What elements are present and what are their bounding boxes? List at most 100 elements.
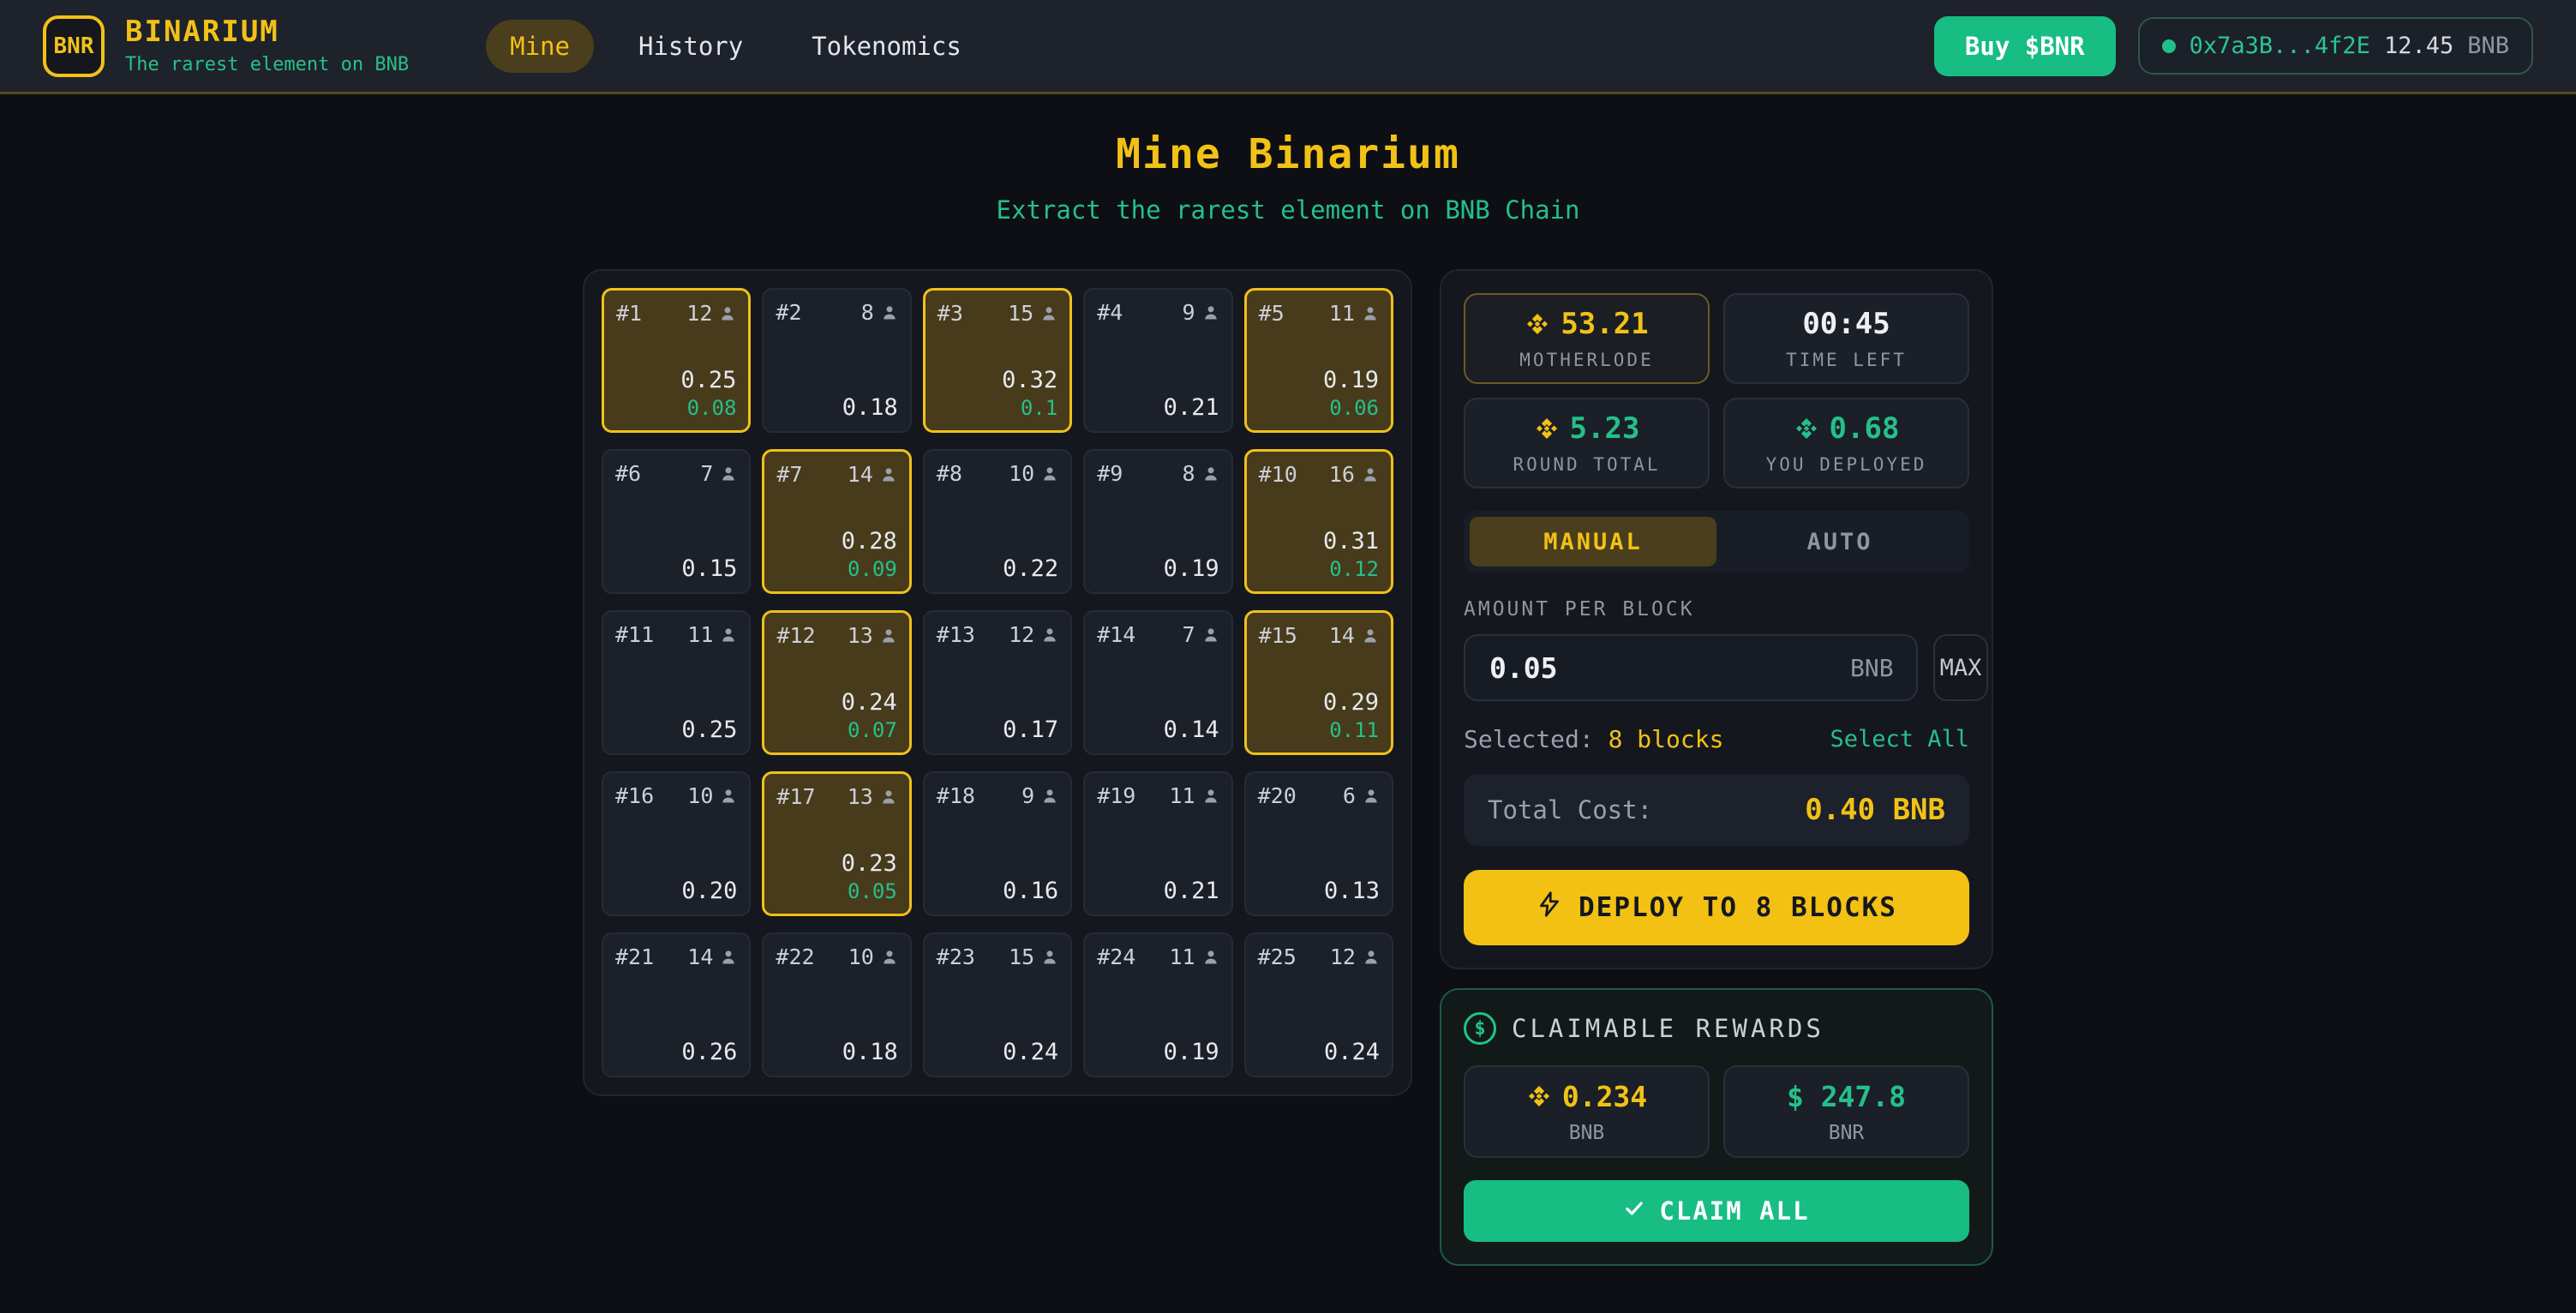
block-value: 0.24 xyxy=(842,689,897,716)
amount-per-block-label: AMOUNT PER BLOCK xyxy=(1464,598,1969,621)
block-id: #11 xyxy=(615,622,654,647)
block-miner-count: 9 xyxy=(1183,300,1219,325)
claim-all-label: CLAIM ALL xyxy=(1659,1196,1809,1226)
block-values: 0.19 xyxy=(1097,1039,1219,1065)
bnb-icon xyxy=(1526,1083,1552,1109)
stat-value-row: 00:45 xyxy=(1802,307,1890,341)
miner-icon xyxy=(1362,305,1379,322)
mining-block[interactable]: #17 13 0.23 0.05 xyxy=(762,771,911,916)
block-miner-count: 10 xyxy=(1009,461,1058,486)
max-button[interactable]: MAX xyxy=(1933,634,1989,701)
block-top: #25 12 xyxy=(1258,944,1380,969)
block-top: #23 15 xyxy=(937,944,1058,969)
miner-count-value: 12 xyxy=(1330,944,1356,969)
miner-count-value: 14 xyxy=(1329,623,1355,648)
mining-block[interactable]: #20 6 0.13 xyxy=(1244,771,1393,916)
miner-icon xyxy=(880,788,897,806)
block-id: #6 xyxy=(615,461,641,486)
mining-block[interactable]: #11 11 0.25 xyxy=(602,610,751,755)
stat-value: 5.23 xyxy=(1570,411,1640,446)
block-miner-count: 8 xyxy=(861,300,898,325)
mining-block[interactable]: #15 14 0.29 0.11 xyxy=(1244,610,1393,755)
block-value: 0.32 xyxy=(1002,367,1057,393)
stat-card: 0.68 YOU DEPLOYED xyxy=(1723,398,1969,489)
miner-count-value: 10 xyxy=(1009,461,1034,486)
tab-manual[interactable]: MANUAL xyxy=(1470,517,1716,567)
total-cost-value: 0.40 BNB xyxy=(1805,793,1945,827)
block-miner-count: 12 xyxy=(1330,944,1380,969)
mining-block[interactable]: #6 7 0.15 xyxy=(602,449,751,594)
deploy-button[interactable]: DEPLOY TO 8 BLOCKS xyxy=(1464,870,1969,945)
mining-block[interactable]: #24 11 0.19 xyxy=(1083,932,1232,1077)
nav-history[interactable]: History xyxy=(614,20,767,73)
block-top: #24 11 xyxy=(1097,944,1219,969)
reward-label: BNR xyxy=(1829,1122,1865,1144)
mining-block[interactable]: #21 14 0.26 xyxy=(602,932,751,1077)
selected-summary: Selected: 8 blocks xyxy=(1464,725,1723,753)
mining-block[interactable]: #7 14 0.28 0.09 xyxy=(762,449,911,594)
block-miner-count: 7 xyxy=(1183,622,1219,647)
block-miner-count: 7 xyxy=(700,461,737,486)
mining-block[interactable]: #14 7 0.14 xyxy=(1083,610,1232,755)
block-values: 0.25 0.08 xyxy=(616,367,736,420)
brand[interactable]: BNR BINARIUM The rarest element on BNB xyxy=(43,15,409,77)
block-values: 0.19 0.06 xyxy=(1259,367,1379,420)
block-deployed-value: 0.09 xyxy=(848,557,897,581)
miner-count-value: 9 xyxy=(1183,300,1195,325)
main-nav: Mine History Tokenomics xyxy=(486,20,985,73)
mining-block[interactable]: #12 13 0.24 0.07 xyxy=(762,610,911,755)
block-value: 0.13 xyxy=(1324,878,1380,904)
block-value: 0.20 xyxy=(681,878,737,904)
mining-block[interactable]: #8 10 0.22 xyxy=(923,449,1072,594)
block-value: 0.19 xyxy=(1323,367,1379,393)
block-miner-count: 6 xyxy=(1343,783,1380,808)
mining-block[interactable]: #25 12 0.24 xyxy=(1244,932,1393,1077)
mining-block[interactable]: #4 9 0.21 xyxy=(1083,288,1232,433)
mining-block[interactable]: #10 16 0.31 0.12 xyxy=(1244,449,1393,594)
wallet-balance: 12.45 xyxy=(2384,33,2453,59)
mining-block[interactable]: #19 11 0.21 xyxy=(1083,771,1232,916)
miner-icon xyxy=(720,627,737,644)
mining-block[interactable]: #9 8 0.19 xyxy=(1083,449,1232,594)
block-deployed-value: 0.1 xyxy=(1021,396,1057,420)
mining-block[interactable]: #22 10 0.18 xyxy=(762,932,911,1077)
mining-block[interactable]: #3 15 0.32 0.1 xyxy=(923,288,1072,433)
reward-card: $ 247.8 BNR xyxy=(1723,1065,1969,1158)
block-value: 0.23 xyxy=(842,850,897,877)
reward-value-row: $ 247.8 xyxy=(1787,1080,1906,1113)
mining-block[interactable]: #18 9 0.16 xyxy=(923,771,1072,916)
amount-input[interactable] xyxy=(1488,651,1850,686)
mining-block[interactable]: #16 10 0.20 xyxy=(602,771,751,916)
block-values: 0.19 xyxy=(1097,555,1219,582)
nav-tokenomics[interactable]: Tokenomics xyxy=(788,20,985,73)
nav-mine[interactable]: Mine xyxy=(486,20,594,73)
block-values: 0.31 0.12 xyxy=(1259,528,1379,581)
tab-auto[interactable]: AUTO xyxy=(1716,517,1963,567)
bnb-icon xyxy=(1525,311,1550,337)
brand-title: BINARIUM xyxy=(125,16,409,48)
miner-icon xyxy=(1202,949,1219,966)
mining-block[interactable]: #23 15 0.24 xyxy=(923,932,1072,1077)
mining-block[interactable]: #13 12 0.17 xyxy=(923,610,1072,755)
mining-block[interactable]: #2 8 0.18 xyxy=(762,288,911,433)
miner-count-value: 11 xyxy=(1329,301,1355,326)
mining-block[interactable]: #1 12 0.25 0.08 xyxy=(602,288,751,433)
mining-block[interactable]: #5 11 0.19 0.06 xyxy=(1244,288,1393,433)
block-miner-count: 12 xyxy=(1009,622,1058,647)
block-value: 0.19 xyxy=(1164,555,1219,582)
block-deployed-value: 0.08 xyxy=(687,396,737,420)
miner-count-value: 8 xyxy=(861,300,874,325)
miner-icon xyxy=(880,627,897,645)
miner-count-value: 16 xyxy=(1329,462,1355,487)
wallet-chip[interactable]: 0x7a3B...4f2E 12.45 BNB xyxy=(2138,17,2533,75)
check-icon xyxy=(1623,1196,1645,1226)
block-id: #17 xyxy=(776,784,815,809)
block-values: 0.24 xyxy=(937,1039,1058,1065)
buy-bnr-button[interactable]: Buy $BNR xyxy=(1934,16,2116,76)
block-value: 0.18 xyxy=(842,1039,898,1065)
block-id: #14 xyxy=(1097,622,1135,647)
select-all-link[interactable]: Select All xyxy=(1830,726,1969,752)
claim-all-button[interactable]: CLAIM ALL xyxy=(1464,1180,1969,1242)
reward-value: 0.234 xyxy=(1562,1080,1647,1113)
total-cost-card: Total Cost: 0.40 BNB xyxy=(1464,774,1969,846)
